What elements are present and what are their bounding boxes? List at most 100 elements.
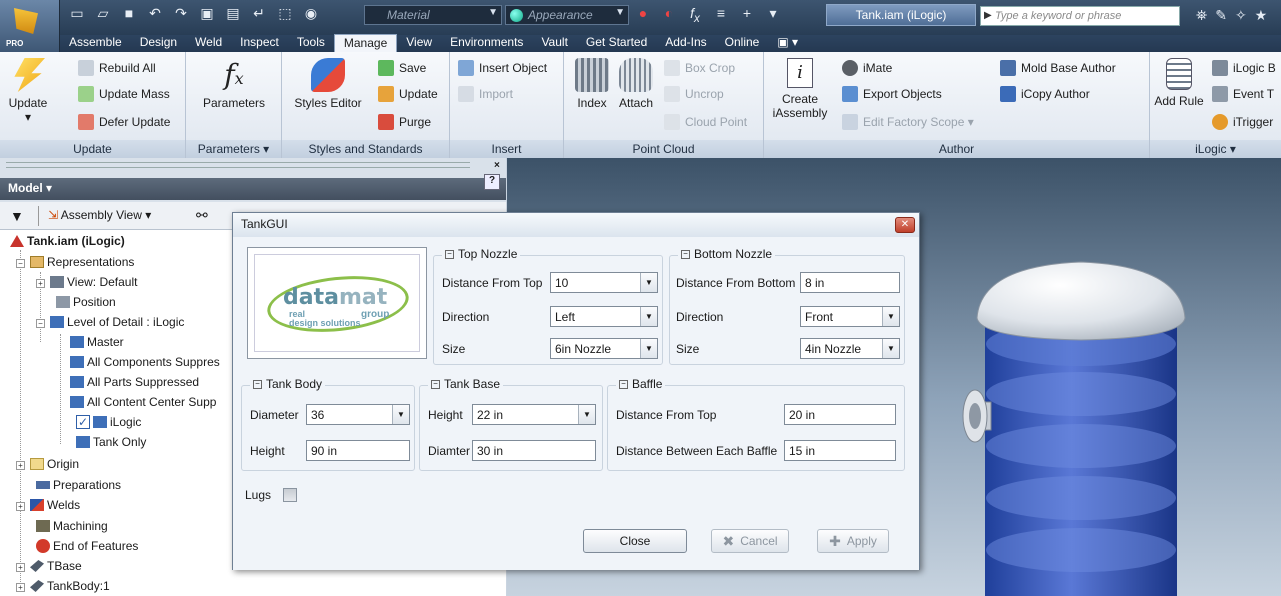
tab-add-ins[interactable]: Add-Ins (656, 34, 715, 52)
box-crop-button[interactable]: Box Crop (664, 60, 735, 76)
tree-item-end-of-features[interactable]: End of Features (36, 539, 138, 553)
event-triggers-button[interactable]: Event T (1212, 86, 1274, 102)
export-objects-button[interactable]: Export Objects (842, 86, 942, 102)
panel-grip[interactable] (6, 162, 470, 168)
print-icon[interactable]: ▤ (224, 5, 242, 22)
tree-item-all-content-center-suppressed[interactable]: All Content Center Supp (70, 395, 216, 409)
tree-item-view-default[interactable]: View: Default (50, 275, 137, 289)
parameters-button[interactable]: fx Parameters (194, 58, 274, 110)
update-button[interactable]: Update ▾ (4, 58, 52, 124)
tree-item-all-components-suppressed[interactable]: All Components Suppres (70, 355, 220, 369)
tab-vault[interactable]: Vault (532, 34, 576, 52)
top-size-combo[interactable]: 6in Nozzle ▼ (550, 338, 658, 359)
tree-item-position[interactable]: Position (56, 295, 116, 309)
apply-button[interactable]: ✚ Apply (817, 529, 889, 553)
fx-icon[interactable]: fx (686, 5, 704, 25)
search-input[interactable]: ▶ Type a keyword or phrase (980, 6, 1180, 26)
filter-icon[interactable]: ▼ (10, 208, 24, 224)
adjust-icon[interactable]: ◐ (660, 5, 678, 25)
close-browser-icon[interactable]: × (494, 160, 500, 171)
browser-help-icon[interactable]: ? (484, 174, 500, 190)
top-distance-combo[interactable]: 10 ▼ (550, 272, 658, 293)
update-mass-button[interactable]: Update Mass (78, 86, 170, 102)
styles-purge-button[interactable]: Purge (378, 114, 431, 130)
customize-icon[interactable]: ▾ (764, 5, 782, 25)
collapse-toggle[interactable]: − (16, 259, 25, 268)
binoculars-icon[interactable]: ⛯ (1196, 7, 1207, 24)
local-update-icon[interactable]: ▣ (198, 5, 216, 22)
imate-button[interactable]: iMate (842, 60, 892, 76)
styles-editor-button[interactable]: Styles Editor (288, 58, 368, 110)
styles-save-button[interactable]: Save (378, 60, 426, 76)
plus-icon[interactable]: + (738, 5, 756, 25)
baffle-distance-field[interactable]: 20 in (784, 404, 896, 425)
tab-tools[interactable]: Tools (288, 34, 334, 52)
cancel-button[interactable]: ✖ Cancel (711, 529, 789, 553)
tree-item-tank-only[interactable]: Tank Only (76, 435, 146, 449)
find-binoculars-icon[interactable]: ⚯ (196, 207, 208, 224)
tab-online[interactable]: Online (716, 34, 769, 52)
mold-base-author-button[interactable]: Mold Base Author (1000, 60, 1116, 76)
uncrop-button[interactable]: Uncrop (664, 86, 724, 102)
community-icon[interactable]: ✧ (1235, 7, 1247, 24)
equals-icon[interactable]: ≡ (712, 5, 730, 25)
add-rule-button[interactable]: Add Rule (1152, 58, 1206, 108)
tree-item-welds[interactable]: Welds (30, 498, 80, 512)
clear-appearance-icon[interactable]: ● (634, 5, 652, 25)
wrench-icon[interactable]: ✎ (1215, 7, 1227, 24)
lugs-checkbox[interactable] (283, 488, 297, 502)
tree-item-machining[interactable]: Machining (36, 519, 108, 533)
index-button[interactable]: Index (570, 58, 614, 110)
favorites-icon[interactable]: ★ (1255, 7, 1268, 24)
return-icon[interactable]: ↵ (250, 5, 268, 22)
tab-environments[interactable]: Environments (441, 34, 532, 52)
tree-item-tbase[interactable]: TBase (30, 559, 82, 573)
tree-item-all-parts-suppressed[interactable]: All Parts Suppressed (70, 375, 199, 389)
base-diameter-field[interactable]: 30 in (472, 440, 596, 461)
tree-item-ilogic[interactable]: ✓ iLogic (76, 415, 141, 429)
material-combo[interactable]: Material ▼ (364, 5, 502, 25)
expand-toggle[interactable]: + (16, 563, 25, 572)
collapse-icon[interactable]: − (619, 379, 628, 389)
browser-title[interactable]: Model ▾ (0, 178, 506, 200)
assembly-view-selector[interactable]: ⇲ Assembly View ▾ (48, 208, 151, 222)
tab-design[interactable]: Design (131, 34, 186, 52)
bottom-distance-field[interactable]: 8 in (800, 272, 900, 293)
expand-toggle[interactable]: + (36, 279, 45, 288)
expand-toggle[interactable]: + (16, 502, 25, 511)
tree-item-tankbody[interactable]: TankBody:1 (30, 579, 110, 593)
base-height-combo[interactable]: 22 in ▼ (472, 404, 596, 425)
tree-item-level-of-detail[interactable]: Level of Detail : iLogic (50, 315, 184, 329)
dialog-title-bar[interactable]: TankGUI ✕ (233, 213, 919, 237)
rebuild-all-button[interactable]: Rebuild All (78, 60, 156, 76)
tab-overflow[interactable]: ▣ ▾ (768, 34, 807, 52)
collapse-icon[interactable]: − (681, 249, 690, 259)
tree-item-root[interactable]: Tank.iam (iLogic) (10, 234, 125, 248)
appearance-combo[interactable]: Appearance ▼ (505, 5, 629, 25)
close-icon[interactable]: ✕ (895, 217, 915, 233)
create-iassembly-button[interactable]: i Create iAssembly (768, 58, 832, 120)
open-icon[interactable]: ▱ (94, 5, 112, 22)
redo-icon[interactable]: ↷ (172, 5, 190, 22)
expand-toggle[interactable]: + (16, 583, 25, 592)
undo-icon[interactable]: ↶ (146, 5, 164, 22)
expand-toggle[interactable]: + (16, 461, 25, 470)
insert-object-button[interactable]: Insert Object (458, 60, 547, 76)
bottom-size-combo[interactable]: 4in Nozzle ▼ (800, 338, 900, 359)
top-direction-combo[interactable]: Left ▼ (550, 306, 658, 327)
collapse-toggle[interactable]: − (36, 319, 45, 328)
bottom-direction-combo[interactable]: Front ▼ (800, 306, 900, 327)
collapse-icon[interactable]: − (253, 379, 262, 389)
baffle-spacing-field[interactable]: 15 in (784, 440, 896, 461)
cloud-point-button[interactable]: Cloud Point (664, 114, 747, 130)
collapse-icon[interactable]: − (431, 379, 440, 389)
tab-view[interactable]: View (397, 34, 441, 52)
edit-factory-scope-button[interactable]: Edit Factory Scope ▾ (842, 114, 974, 130)
application-menu-button[interactable]: PRO (0, 0, 60, 52)
attach-button[interactable]: Attach (614, 58, 658, 110)
tab-manage[interactable]: Manage (333, 34, 398, 53)
itrigger-button[interactable]: iTrigger (1212, 114, 1273, 130)
tab-get-started[interactable]: Get Started (577, 34, 656, 52)
save-icon[interactable]: ■ (120, 5, 138, 22)
collapse-icon[interactable]: − (445, 249, 454, 259)
